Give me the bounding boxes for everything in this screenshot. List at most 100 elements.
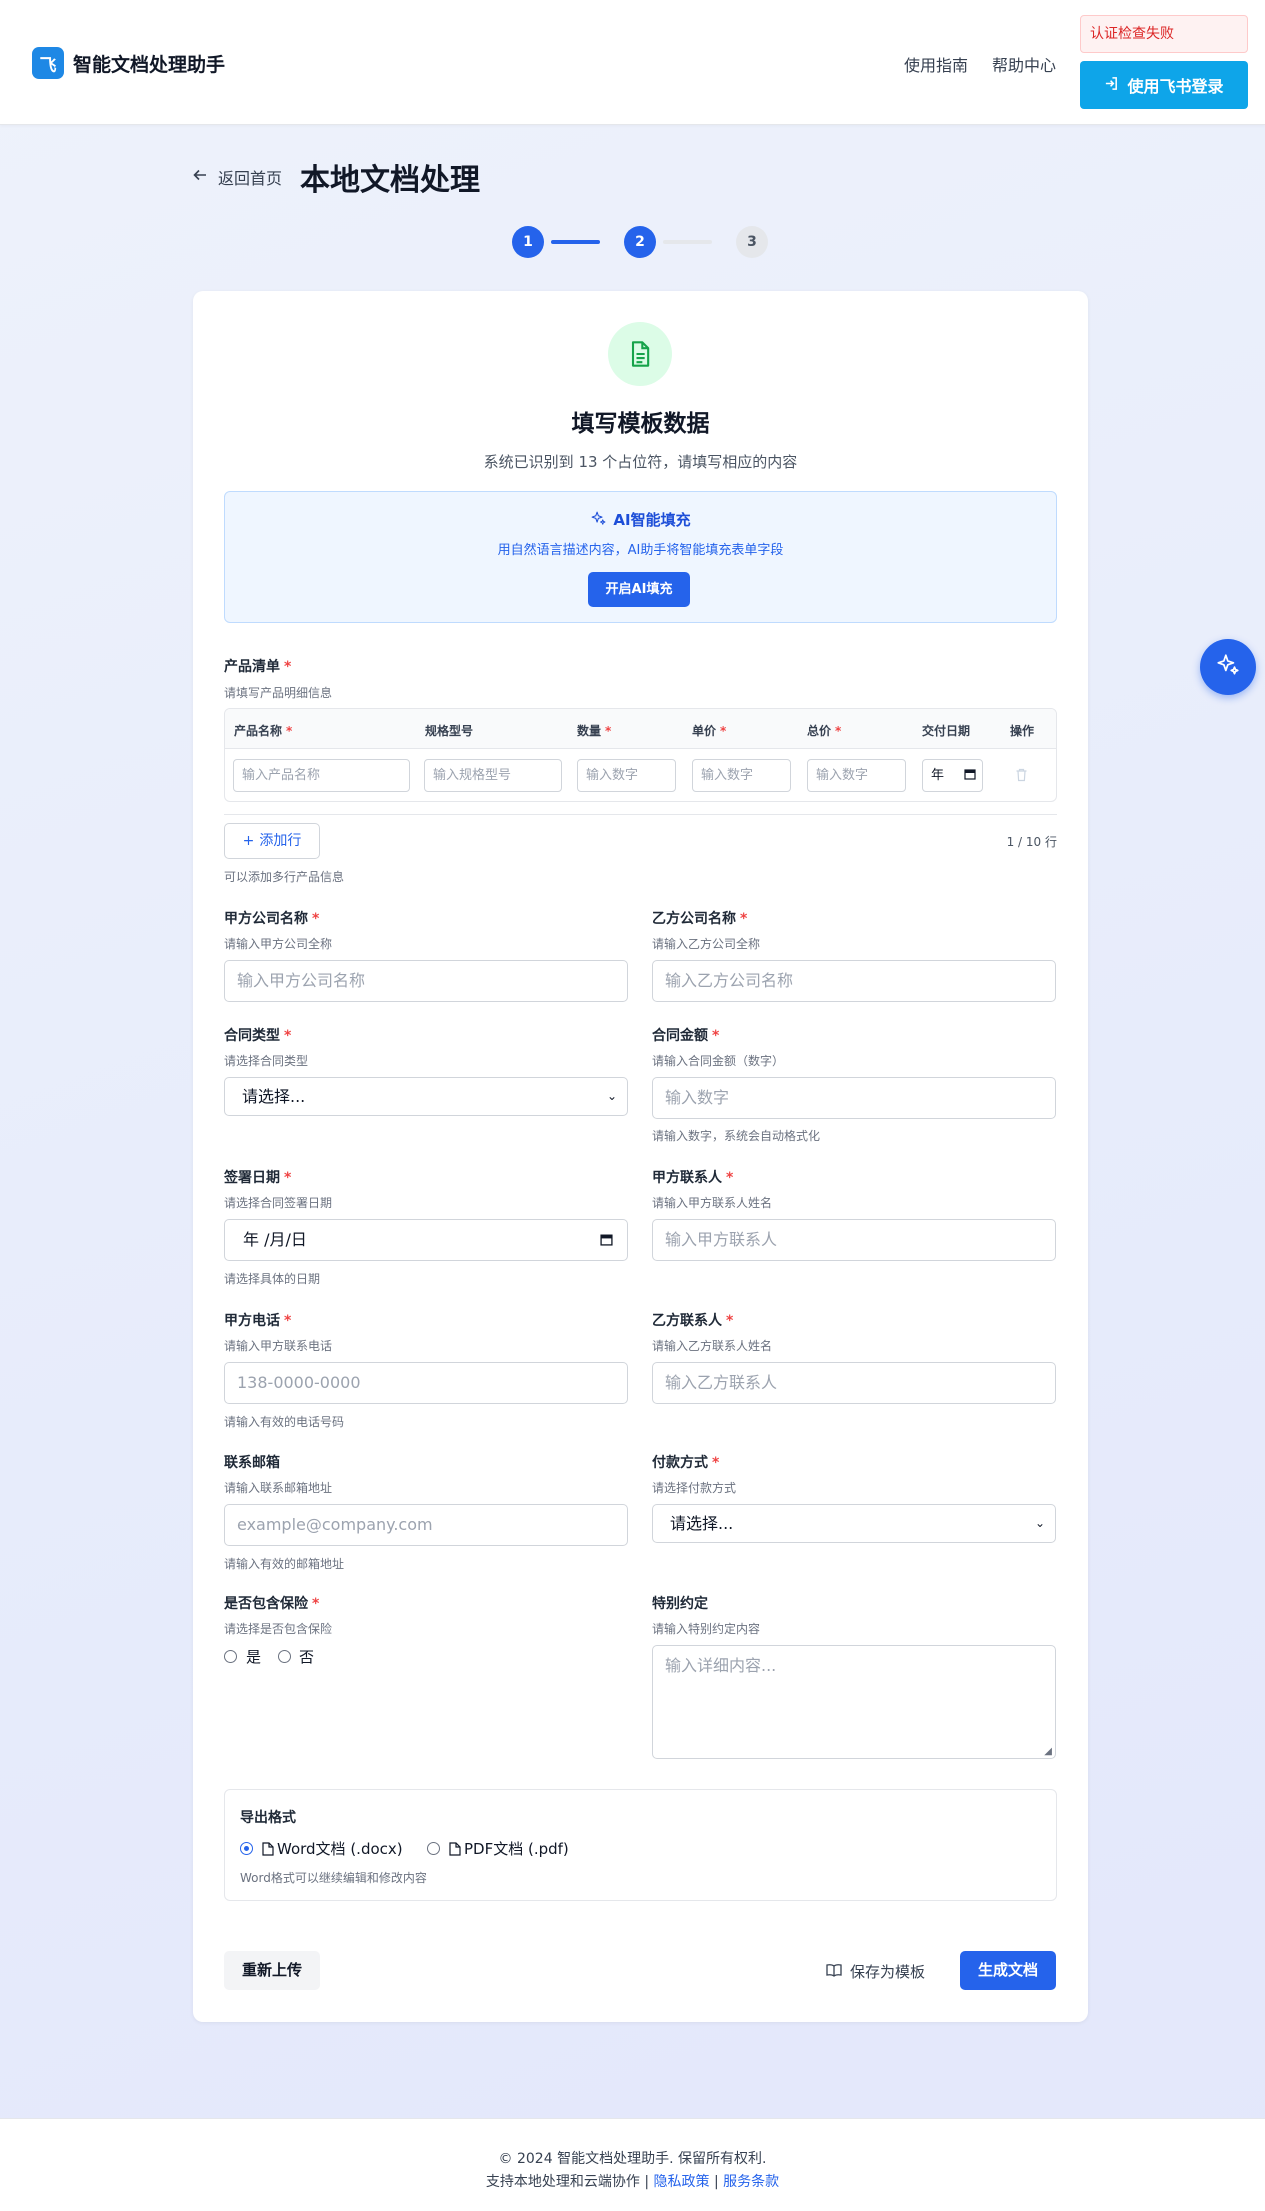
phone-a-input[interactable]: 138-0000-0000 — [224, 1362, 628, 1404]
amount-input[interactable]: 输入数字 — [652, 1077, 1056, 1119]
delivery-date-input[interactable]: 年 — [922, 759, 983, 792]
payment-label: 付款方式 * — [652, 1452, 719, 1472]
required-mark: * — [312, 911, 320, 927]
required-mark: * — [712, 1028, 720, 1044]
reupload-button[interactable]: 重新上传 — [224, 1951, 320, 1990]
back-home-label: 返回首页 — [218, 169, 283, 188]
login-icon — [1104, 76, 1119, 95]
phone-a-label: 甲方电话 * — [224, 1310, 291, 1330]
calendar-icon[interactable] — [964, 761, 976, 792]
ai-fill-description: 用自然语言描述内容，AI助手将智能填充表单字段 — [497, 543, 784, 558]
spec-input[interactable]: 输入规格型号 — [424, 759, 562, 792]
export-word-radio[interactable] — [240, 1842, 253, 1855]
phone-a-note: 请输入有效的电话号码 — [224, 1415, 345, 1429]
contact-a-input[interactable]: 输入甲方联系人 — [652, 1219, 1056, 1261]
app-logo[interactable]: 飞 智能文档处理助手 — [32, 47, 225, 79]
phone-a-hint: 请输入甲方联系电话 — [224, 1339, 333, 1353]
back-home-link[interactable]: 返回首页 — [192, 165, 282, 189]
contract-type-select[interactable]: 请选择... ⌄ — [224, 1077, 628, 1116]
insurance-no-radio[interactable] — [278, 1650, 291, 1663]
card-subtitle: 系统已识别到 13 个占位符，请填写相应的内容 — [483, 453, 798, 471]
footer-separator: | — [644, 2174, 650, 2190]
contract-type-hint: 请选择合同类型 — [224, 1054, 309, 1068]
file-icon — [449, 1842, 461, 1860]
column-header-product-name: 产品名称 * — [234, 722, 292, 739]
column-header-unit-price: 单价 * — [692, 722, 726, 739]
export-word-option[interactable]: Word文档 (.docx) — [262, 1838, 403, 1860]
email-input[interactable]: example@company.com — [224, 1504, 628, 1546]
contact-b-label: 乙方联系人 * — [652, 1310, 733, 1330]
generate-document-button[interactable]: 生成文档 — [960, 1951, 1056, 1990]
export-pdf-option[interactable]: PDF文档 (.pdf) — [449, 1838, 569, 1860]
field-label-text: 是否包含保险 — [224, 1596, 308, 1612]
resize-handle-icon[interactable]: ◢ — [1044, 1747, 1052, 1757]
field-label-text: 甲方电话 — [224, 1313, 280, 1329]
insurance-yes-radio[interactable] — [224, 1650, 237, 1663]
required-mark: * — [712, 1455, 720, 1471]
row-count: 1 / 10 行 — [1006, 835, 1057, 849]
column-label: 产品名称 — [234, 724, 283, 738]
field-label-text: 合同金额 — [652, 1028, 708, 1044]
quantity-input[interactable]: 输入数字 — [577, 759, 676, 792]
insurance-no-label[interactable]: 否 — [299, 1646, 314, 1667]
export-pdf-radio[interactable] — [427, 1842, 440, 1855]
trash-icon[interactable] — [1015, 767, 1028, 786]
amount-note: 请输入数字，系统会自动格式化 — [652, 1129, 821, 1143]
contact-b-input[interactable]: 输入乙方联系人 — [652, 1362, 1056, 1404]
nav-guide-link[interactable]: 使用指南 — [904, 52, 968, 76]
party-b-input[interactable]: 输入乙方公司名称 — [652, 960, 1056, 1002]
column-header-spec: 规格型号 — [425, 724, 474, 738]
add-row-button[interactable]: + 添加行 — [224, 823, 320, 859]
field-label-text: 甲方联系人 — [652, 1170, 722, 1186]
field-label-text: 签署日期 — [224, 1170, 280, 1186]
payment-select[interactable]: 请选择... ⌄ — [652, 1504, 1056, 1543]
total-price-input[interactable]: 输入数字 — [807, 759, 906, 792]
ai-fill-title: AI智能填充 — [613, 511, 691, 529]
privacy-policy-link[interactable]: 隐私政策 — [654, 2174, 710, 2190]
divider — [224, 814, 1057, 815]
book-open-icon — [826, 1963, 842, 1981]
sign-date-input[interactable]: 年 /月/日 — [224, 1219, 628, 1261]
sign-date-hint: 请选择合同签署日期 — [224, 1196, 333, 1210]
unit-price-input[interactable]: 输入数字 — [692, 759, 791, 792]
product-name-input[interactable]: 输入产品名称 — [233, 759, 410, 792]
arrow-left-icon — [192, 167, 208, 188]
page-title: 本地文档处理 — [300, 163, 480, 198]
required-mark: * — [740, 911, 748, 927]
insurance-yes-label[interactable]: 是 — [246, 1646, 261, 1667]
party-a-input[interactable]: 输入甲方公司名称 — [224, 960, 628, 1002]
special-terms-label: 特别约定 — [652, 1596, 708, 1612]
export-pdf-label: PDF文档 (.pdf) — [464, 1840, 569, 1858]
required-mark: * — [286, 724, 293, 738]
column-header-quantity: 数量 * — [577, 722, 611, 739]
insurance-hint: 请选择是否包含保险 — [224, 1622, 333, 1636]
footer-separator: | — [713, 2174, 719, 2190]
nav-help-link[interactable]: 帮助中心 — [992, 52, 1056, 76]
enable-ai-fill-button[interactable]: 开启AI填充 — [588, 572, 690, 607]
ai-assistant-fab[interactable] — [1200, 639, 1256, 695]
sign-date-note: 请选择具体的日期 — [224, 1272, 321, 1286]
feishu-login-button[interactable]: 使用飞书登录 — [1080, 61, 1248, 109]
special-terms-textarea[interactable]: 输入详细内容... ◢ — [652, 1645, 1056, 1759]
add-row-hint: 可以添加多行产品信息 — [224, 870, 345, 884]
special-terms-hint: 请输入特别约定内容 — [652, 1622, 761, 1636]
amount-label: 合同金额 * — [652, 1025, 719, 1045]
contact-b-hint: 请输入乙方联系人姓名 — [652, 1339, 773, 1353]
field-label-text: 合同类型 — [224, 1028, 280, 1044]
product-list-label-text: 产品清单 — [224, 659, 280, 675]
payment-hint: 请选择付款方式 — [652, 1481, 737, 1495]
save-template-button[interactable]: 保存为模板 — [826, 1961, 925, 1982]
export-word-label: Word文档 (.docx) — [277, 1840, 403, 1858]
sparkles-icon — [590, 510, 607, 531]
login-button-label: 使用飞书登录 — [1127, 77, 1224, 96]
column-label: 单价 — [692, 724, 717, 738]
column-header-total-price: 总价 * — [807, 722, 841, 739]
required-mark: * — [726, 1313, 734, 1329]
column-label: 总价 — [807, 724, 832, 738]
terms-of-service-link[interactable]: 服务条款 — [723, 2174, 779, 2190]
calendar-icon[interactable] — [600, 1221, 613, 1261]
email-note: 请输入有效的邮箱地址 — [224, 1557, 345, 1571]
email-label: 联系邮箱 — [224, 1455, 280, 1471]
required-mark: * — [726, 1170, 734, 1186]
save-template-label: 保存为模板 — [850, 1963, 926, 1981]
